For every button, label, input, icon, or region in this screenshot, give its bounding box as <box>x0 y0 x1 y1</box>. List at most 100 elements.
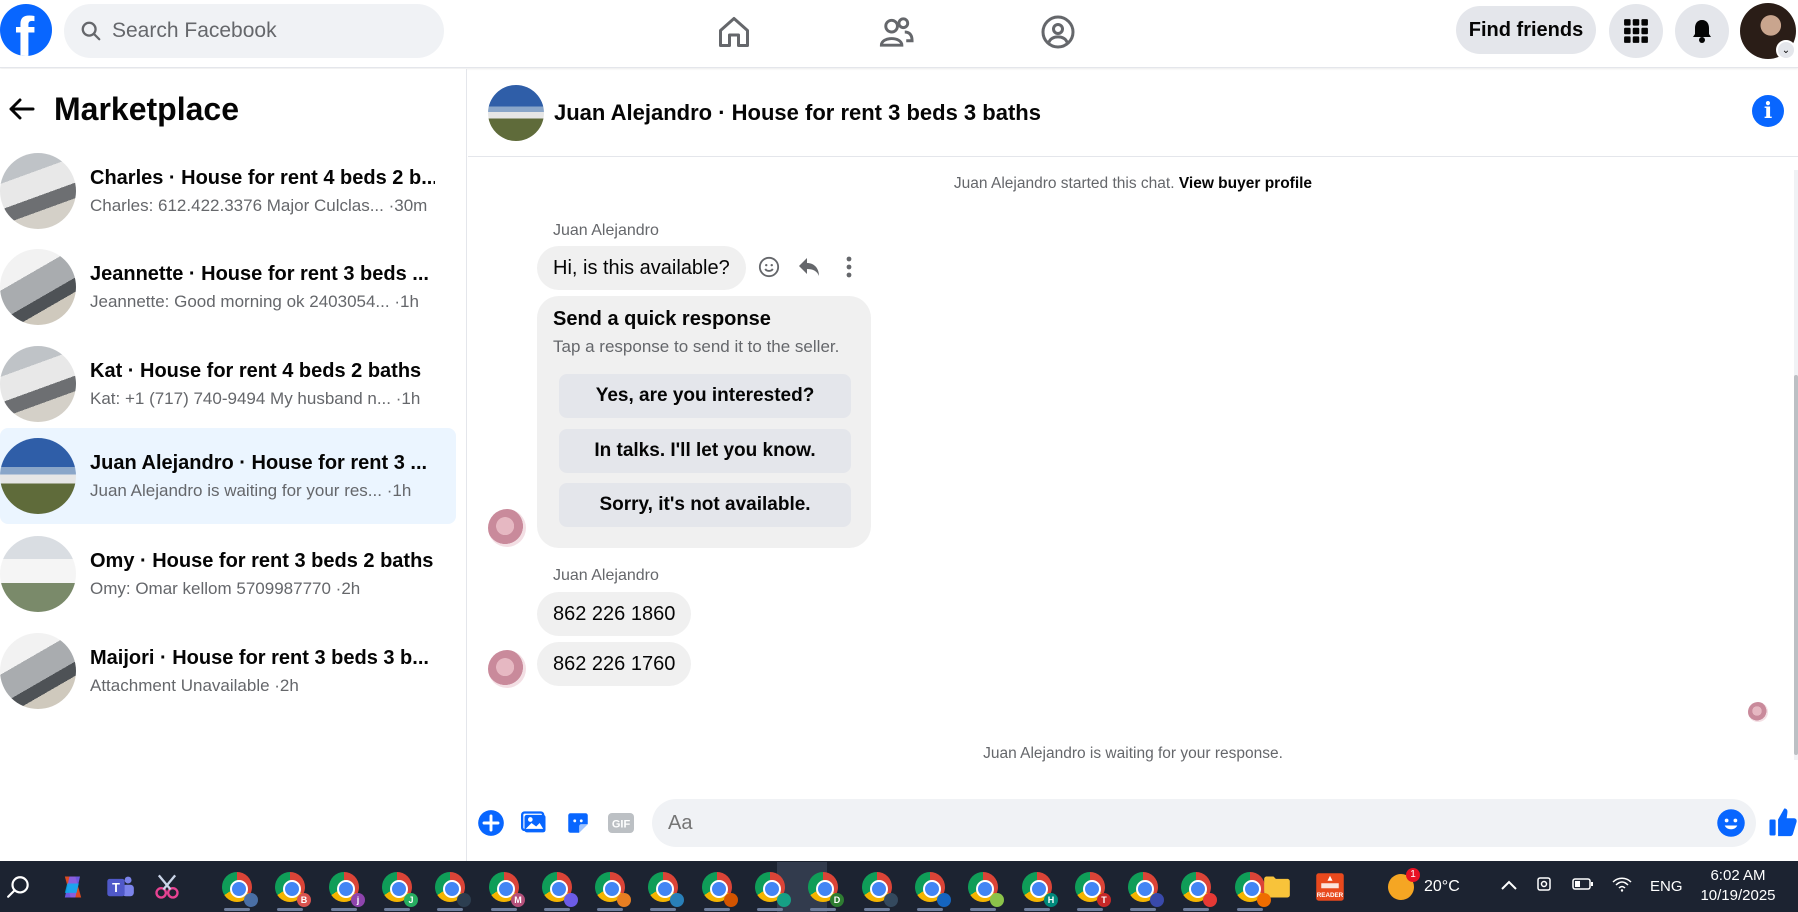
sticker-icon[interactable] <box>563 808 593 838</box>
view-buyer-profile-link[interactable]: View buyer profile <box>1179 175 1312 192</box>
home-nav-button[interactable] <box>710 8 758 56</box>
chrome-browser-icon[interactable] <box>913 870 951 907</box>
conversation-snippet: Jeannette: Good morning ok 2403054... ·1… <box>90 291 419 311</box>
conversation-item[interactable]: Charles · House for rent 4 beds 2 b... Ch… <box>0 143 456 239</box>
add-plus-icon[interactable] <box>476 808 506 838</box>
chrome-browser-icon[interactable]: M <box>487 870 525 907</box>
camera-icon[interactable] <box>1536 875 1554 898</box>
conversation-snippet: Juan Alejandro is waiting for your res..… <box>90 480 412 500</box>
chrome-browser-icon[interactable] <box>646 870 684 907</box>
chrome-logo-icon: T <box>1075 872 1111 907</box>
chat-header: Juan Alejandro · House for rent 3 beds 3… <box>468 69 1798 157</box>
running-indicator <box>1024 908 1050 911</box>
reply-icon[interactable] <box>796 254 822 280</box>
message-bubble[interactable]: 862 226 1760 <box>537 642 692 686</box>
gif-icon[interactable]: GIF <box>606 808 636 838</box>
chrome-browser-icon[interactable]: H <box>1020 870 1058 907</box>
clock[interactable]: 6:02 AM 10/19/2025 <box>1690 866 1786 906</box>
friends-nav-button[interactable] <box>872 8 920 56</box>
chrome-logo-icon: B <box>275 872 311 907</box>
chrome-profile-badge <box>1257 893 1271 907</box>
message-bubble[interactable]: Hi, is this available? <box>537 246 746 290</box>
notifications-button[interactable] <box>1675 4 1729 58</box>
copilot-icon[interactable] <box>56 870 90 904</box>
running-indicator <box>597 908 623 911</box>
emoji-icon[interactable] <box>1716 808 1746 838</box>
grid-menu-icon <box>1624 19 1648 43</box>
chrome-logo-icon: J <box>382 872 418 907</box>
chrome-browser-icon[interactable] <box>593 870 631 907</box>
menu-button[interactable] <box>1609 4 1663 58</box>
teams-icon[interactable]: T <box>103 870 137 904</box>
chrome-browser-icon[interactable] <box>700 870 738 907</box>
chrome-logo-icon <box>435 872 471 907</box>
chrome-browser-icon[interactable]: j <box>327 870 365 907</box>
chat-listing-thumbnail[interactable] <box>488 84 544 141</box>
listing-thumbnail <box>0 633 76 709</box>
chrome-profile-badge: T <box>1097 893 1111 907</box>
conversation-snippet: Kat: +1 (717) 740-9494 My husband n... ·… <box>90 388 421 408</box>
info-icon[interactable]: i <box>1752 95 1784 127</box>
running-indicator <box>704 908 730 911</box>
message-bubble[interactable]: 862 226 1860 <box>537 592 692 636</box>
chrome-browser-icon[interactable]: T <box>1073 870 1111 907</box>
running-indicator <box>331 908 357 911</box>
wifi-icon[interactable] <box>1612 876 1632 897</box>
chrome-browser-icon[interactable]: J <box>380 870 418 907</box>
facebook-logo[interactable]: f <box>0 4 52 56</box>
chrome-browser-icon[interactable] <box>1179 870 1217 907</box>
chrome-browser-icon[interactable]: D <box>806 870 844 907</box>
message-actions <box>756 254 862 280</box>
chrome-browser-icon[interactable] <box>540 870 578 907</box>
conversation-item[interactable]: Maijori · House for rent 3 beds 3 b... At… <box>0 623 456 719</box>
quick-response-button[interactable]: Sorry, it's not available. <box>559 483 851 527</box>
chrome-logo-icon <box>1181 872 1217 907</box>
chat-scrollbar-thumb[interactable] <box>1794 375 1798 755</box>
groups-nav-button[interactable] <box>1034 8 1082 56</box>
account-chevron-down-icon[interactable]: ⌄ <box>1776 40 1796 60</box>
home-icon <box>719 17 749 47</box>
chrome-profile-badge <box>244 893 258 907</box>
back-arrow-icon[interactable] <box>2 89 42 129</box>
snipping-tool-icon[interactable] <box>150 870 184 904</box>
chrome-browser-icon[interactable] <box>1126 870 1164 907</box>
more-options-icon[interactable] <box>836 254 862 280</box>
chrome-browser-icon[interactable] <box>433 870 471 907</box>
chrome-browser-icon[interactable] <box>753 870 791 907</box>
thumbs-up-icon[interactable] <box>1768 806 1798 840</box>
chevron-up-icon[interactable] <box>1500 878 1518 896</box>
search-input[interactable]: Search Facebook <box>112 19 277 43</box>
marketplace-inbox-sidebar: Marketplace Charles · House for rent 4 b… <box>0 69 467 861</box>
chat-title[interactable]: Juan Alejandro · House for rent 3 beds 3… <box>554 100 1041 126</box>
chrome-browser-icon[interactable] <box>966 870 1004 907</box>
chrome-browser-icon[interactable]: B <box>273 870 311 907</box>
photo-icon[interactable] <box>520 808 550 838</box>
search-box[interactable]: Search Facebook <box>64 4 444 58</box>
running-indicator <box>1183 908 1209 911</box>
find-friends-button[interactable]: Find friends <box>1456 6 1596 54</box>
battery-icon[interactable] <box>1572 877 1594 896</box>
chrome-logo-icon <box>1128 872 1164 907</box>
quick-response-button[interactable]: In talks. I'll let you know. <box>559 429 851 473</box>
conversation-item-active[interactable]: Juan Alejandro · House for rent 3 ... Jua… <box>0 428 456 524</box>
quick-response-button[interactable]: Yes, are you interested? <box>559 374 851 418</box>
chrome-profile-badge: D <box>830 893 844 907</box>
chrome-browser-icon[interactable] <box>220 870 258 907</box>
running-indicator <box>970 908 996 911</box>
chrome-browser-icon[interactable] <box>860 870 898 907</box>
sender-avatar[interactable] <box>488 650 526 688</box>
conversation-item[interactable]: Omy · House for rent 3 beds 2 baths Omy: … <box>0 526 456 622</box>
react-emoji-icon[interactable] <box>756 254 782 280</box>
running-indicator <box>1237 908 1263 911</box>
running-indicator <box>437 908 463 911</box>
reader-app-icon[interactable]: READER <box>1313 870 1347 904</box>
windows-search-icon[interactable] <box>2 870 36 904</box>
sender-avatar[interactable] <box>488 509 526 547</box>
weather-widget[interactable]: 1 20°C <box>1388 861 1460 912</box>
running-indicator <box>277 908 303 911</box>
conversation-item[interactable]: Kat · House for rent 4 beds 2 baths Kat: … <box>0 336 456 432</box>
language-indicator[interactable]: ENG <box>1650 878 1683 895</box>
chrome-logo-icon <box>648 872 684 907</box>
message-input[interactable] <box>652 799 1756 847</box>
conversation-item[interactable]: Jeannette · House for rent 3 beds ... Jea… <box>0 239 456 335</box>
